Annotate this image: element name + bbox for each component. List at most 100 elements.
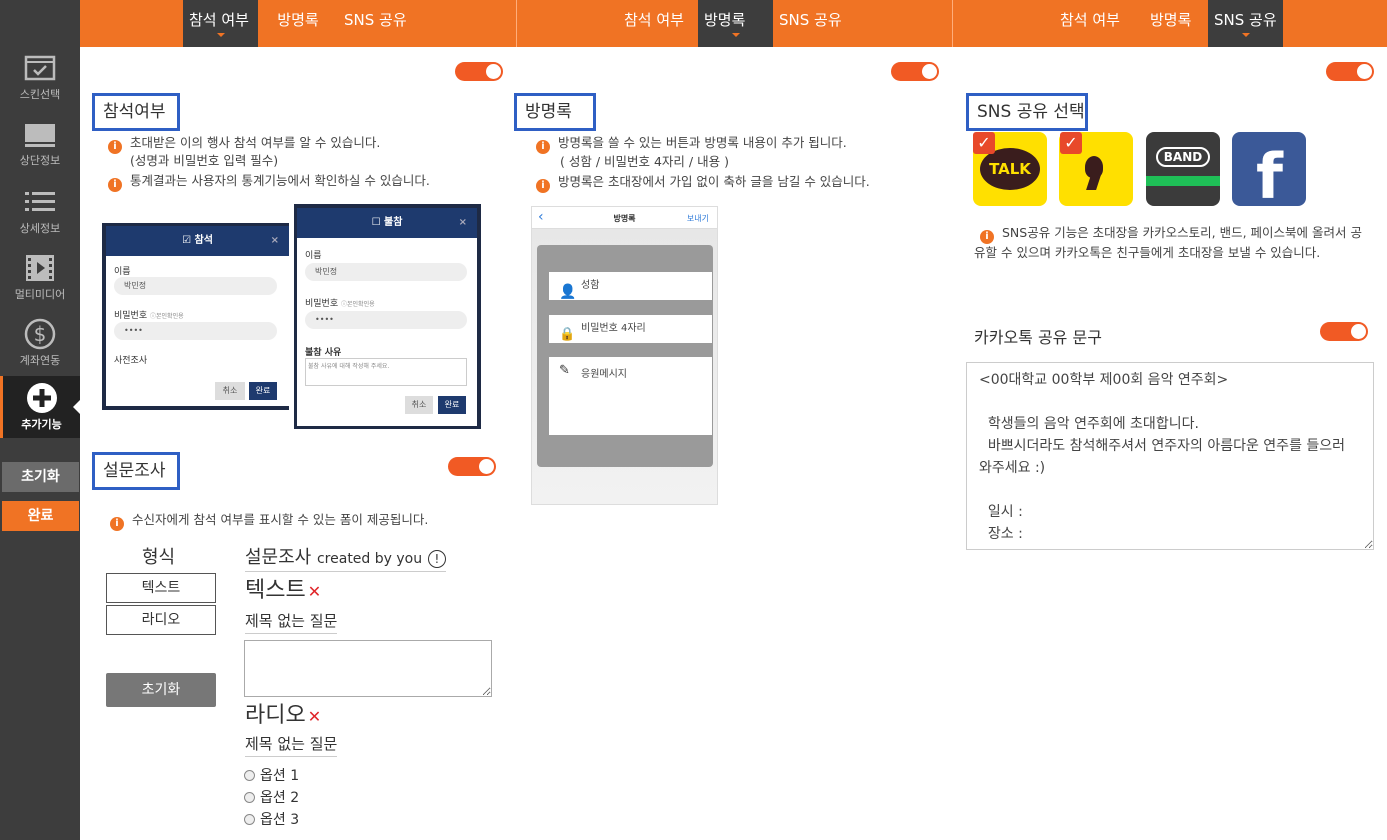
alert-icon: ! (427, 550, 446, 568)
add-text-button[interactable]: 텍스트 (106, 573, 216, 603)
guestbook-title: 방명록 (514, 93, 596, 131)
divider (952, 0, 953, 47)
tab-group-1: 참석 여부 방명록 SNS 공유 (183, 0, 418, 47)
info-icon: i (108, 140, 122, 154)
info-icon: i (110, 517, 124, 531)
attend-mock-card: ☑ 참석 × 이름 박민정 비밀번호 ⓘ본인확인용 •••• 사전조사 취소 완료 (106, 226, 289, 406)
mock-textarea: 불참 사유에 대해 작성해 주세요. (305, 358, 467, 386)
guestbook-info-1: i 방명록을 쓸 수 있는 버튼과 방명록 내용이 추가 됩니다. (536, 134, 847, 154)
sidebar-item-top-info[interactable]: 상단정보 (0, 118, 80, 180)
tab-sns[interactable]: SNS 공유 (1208, 0, 1283, 47)
add-radio-button[interactable]: 라디오 (106, 605, 216, 635)
absent-mock-head: ☐ 불참 × (297, 208, 477, 238)
radio-button[interactable] (244, 792, 255, 803)
tab-sns[interactable]: SNS 공유 (773, 0, 853, 47)
mock-cancel: 취소 (215, 382, 245, 400)
radio-option[interactable]: 옵션 2 (244, 787, 299, 807)
sidebar-item-extra[interactable]: 추가기능 (0, 376, 80, 438)
format-label: 형식 (142, 547, 176, 568)
attendance-info-2: i 통계결과는 사용자의 통계기능에서 확인하실 수 있습니다. (108, 172, 430, 192)
top-bar: 참석 여부 방명록 SNS 공유 참석 여부 방명록 SNS 공유 참석 여부 … (80, 0, 1387, 47)
sidebar-item-multimedia[interactable]: 멀티미디어 (0, 252, 80, 314)
mock-field: 박민정 (305, 263, 467, 281)
mock-label: 불참 사유 (305, 348, 342, 358)
survey-info: i 수신자에게 참석 여부를 표시할 수 있는 폼이 제공됩니다. (110, 511, 428, 531)
radio-option[interactable]: 옵션 3 (244, 809, 299, 829)
remove-radio-icon[interactable]: ✕ (308, 707, 321, 726)
kakao-share-text-field[interactable]: <00대학교 00학부 제00회 음악 연주회> 학생들의 음악 연주회에 초대… (966, 362, 1374, 550)
gb-pw-row: 🔒 비밀번호 4자리 (549, 315, 712, 343)
sidebar-item-label: 멀티미디어 (14, 288, 66, 301)
tab-group-3: 참석 여부 방명록 SNS 공유 (1054, 0, 1283, 47)
sns-info: i SNS공유 기능은 초대장을 카카오스토리, 밴드, 페이스북에 올려서 공유… (974, 225, 1362, 260)
kakao-share-toggle[interactable] (1320, 322, 1368, 341)
radio-option[interactable]: 옵션 1 (244, 765, 299, 785)
skin-select-icon (24, 55, 56, 81)
form-title: 설문조사 created by you ! (245, 543, 446, 572)
tab-guestbook[interactable]: 방명록 (698, 0, 773, 47)
gb-mock-header: ‹ 방명록 보내기 (532, 207, 717, 229)
svg-text:$: $ (34, 322, 47, 346)
tab-sns[interactable]: SNS 공유 (338, 0, 418, 47)
sns-title: SNS 공유 선택 (966, 93, 1088, 131)
tab-attendance[interactable]: 참석 여부 (183, 0, 258, 47)
sidebar-item-label: 추가기능 (21, 418, 62, 431)
done-button[interactable]: 완료 (2, 501, 79, 531)
tab-guestbook[interactable]: 방명록 (258, 0, 338, 47)
mock-cancel: 취소 (405, 396, 433, 414)
sidebar-item-skin[interactable]: 스킨선택 (0, 52, 80, 114)
facebook-icon[interactable]: f (1232, 132, 1306, 213)
sns-toggle[interactable] (1326, 62, 1374, 81)
info-icon: i (980, 230, 994, 244)
guestbook-info-1b: ( 성함 / 비밀번호 4자리 / 내용 ) (560, 154, 729, 169)
sidebar: 스킨선택 상단정보 상세정보 멀티미디어 $ 계좌연동 추가기능 초기화 완료 (0, 0, 80, 840)
mock-label: 비밀번호 ⓘ본인확인용 (114, 311, 184, 321)
text-answer-field[interactable] (244, 640, 492, 697)
mock-label: 비밀번호 ⓘ본인확인용 (305, 299, 375, 309)
mock-field: •••• (114, 322, 277, 340)
info-icon: i (108, 178, 122, 192)
check-icon[interactable]: ✓ (973, 132, 995, 154)
tab-attendance[interactable]: 참석 여부 (1054, 0, 1144, 47)
sidebar-item-account[interactable]: $ 계좌연동 (0, 318, 80, 380)
plus-icon (26, 383, 57, 413)
radio-button[interactable] (244, 814, 255, 825)
attendance-toggle[interactable] (455, 62, 503, 81)
mock-label: 이름 (114, 267, 131, 277)
reset-button[interactable]: 초기화 (2, 462, 79, 492)
detail-info-icon (25, 192, 55, 211)
survey-reset-button[interactable]: 초기화 (106, 673, 216, 707)
top-info-icon (25, 124, 55, 147)
sidebar-item-detail[interactable]: 상세정보 (0, 186, 80, 248)
divider (516, 0, 517, 47)
sidebar-item-label: 스킨선택 (19, 88, 61, 101)
radio-button[interactable] (244, 770, 255, 781)
mock-field: 박민정 (114, 277, 277, 295)
survey-toggle[interactable] (448, 457, 496, 476)
attendance-info-1: i 초대받은 이의 행사 참석 여부를 알 수 있습니다. (108, 134, 380, 154)
mock-label: 사전조사 (114, 356, 148, 366)
multimedia-icon (26, 255, 54, 281)
tab-guestbook[interactable]: 방명록 (1144, 0, 1208, 47)
gb-msg-row: ✎ 응원메시지 (549, 357, 712, 435)
remove-text-icon[interactable]: ✕ (308, 582, 321, 601)
guestbook-info-2: i 방명록은 초대장에서 가입 없이 축하 글을 남길 수 있습니다. (536, 173, 870, 193)
guestbook-toggle[interactable] (891, 62, 939, 81)
info-icon: i (536, 179, 550, 193)
text-question[interactable]: 제목 없는 질문 (245, 610, 338, 634)
gb-name-row: 👤 성함 (549, 272, 712, 300)
survey-title: 설문조사 (92, 452, 180, 490)
tab-group-2: 참석 여부 방명록 SNS 공유 (618, 0, 853, 47)
attend-mock-head: ☑ 참석 × (106, 226, 289, 256)
attendance-info-1b: (성명과 비밀번호 입력 필수) (130, 153, 279, 168)
band-icon[interactable]: BAND (1146, 132, 1220, 206)
dollar-icon: $ (24, 318, 56, 350)
check-icon[interactable]: ✓ (1060, 132, 1082, 154)
kakao-share-title: 카카오톡 공유 문구 (974, 328, 1102, 347)
tab-attendance[interactable]: 참석 여부 (618, 0, 698, 47)
app: 스킨선택 상단정보 상세정보 멀티미디어 $ 계좌연동 추가기능 초기화 완료 … (0, 0, 1387, 840)
mock-label: 이름 (305, 251, 322, 261)
mock-ok: 완료 (249, 382, 277, 400)
radio-question[interactable]: 제목 없는 질문 (245, 733, 338, 757)
mock-ok: 완료 (438, 396, 466, 414)
